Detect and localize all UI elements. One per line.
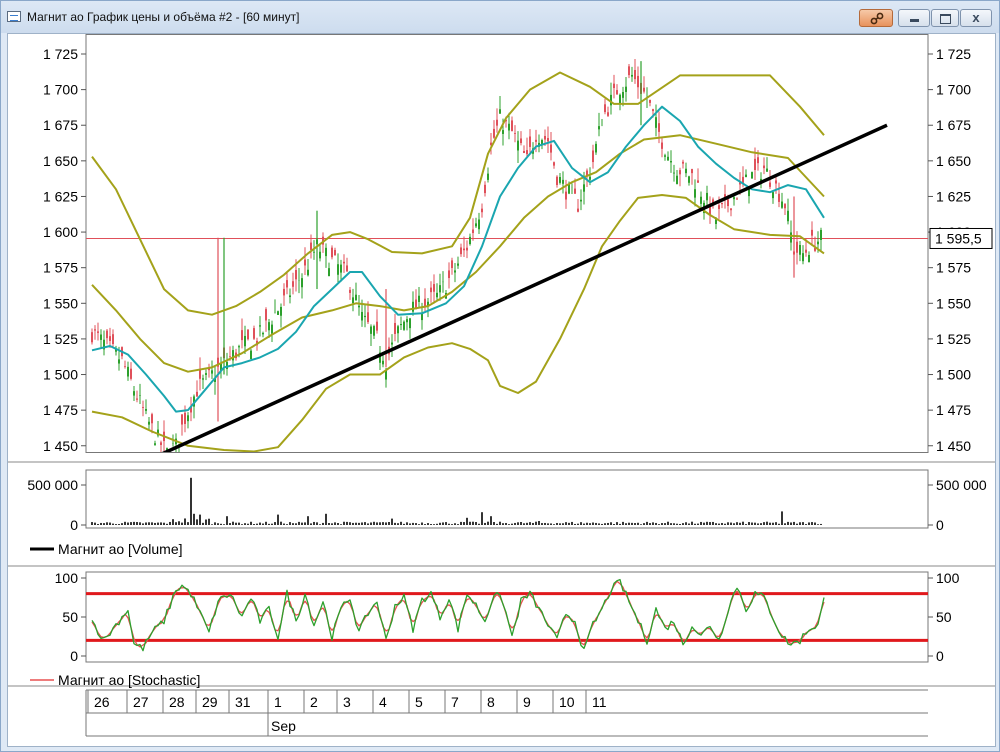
volume-tick-label-left: 0: [70, 517, 78, 533]
day-label: 10: [559, 694, 575, 710]
day-label: 11: [592, 694, 607, 710]
price-tick-label-right: 1 500: [936, 367, 971, 383]
close-button[interactable]: x: [960, 9, 992, 27]
day-label: 3: [343, 694, 351, 710]
day-label: 31: [235, 694, 251, 710]
price-tick-label-left: 1 550: [43, 295, 78, 311]
day-label: 5: [415, 694, 423, 710]
price-tick-label-left: 1 575: [43, 260, 78, 276]
price-tick-label-left: 1 650: [43, 153, 78, 169]
price-tick-label-left: 1 625: [43, 188, 78, 204]
price-tick-label-left: 1 700: [43, 82, 78, 98]
day-label: 2: [310, 694, 318, 710]
volume-tick-label-right: 0: [936, 517, 944, 533]
price-tick-label-right: 1 525: [936, 331, 971, 347]
bollinger-lower-line: [91, 194, 825, 452]
chart-window-icon: [7, 11, 21, 22]
close-icon: x: [972, 10, 980, 25]
maximize-button[interactable]: [931, 9, 959, 27]
price-tick-label-right: 1 550: [936, 295, 971, 311]
stochastic-tick-label-left: 0: [70, 648, 78, 664]
chart-client-area: 1 725 1 725 1 700 1 700 1 675 1 675 1 650 1 650…: [7, 33, 996, 747]
day-label: 7: [451, 694, 459, 710]
trendline: [161, 123, 888, 452]
price-tick-label-left: 1 600: [43, 224, 78, 240]
stochastic-tick-label-right: 100: [936, 570, 960, 586]
price-tick-label-left: 1 450: [43, 438, 78, 454]
day-label: 4: [379, 694, 387, 710]
day-label: 29: [202, 694, 218, 710]
current-price-label: 1 595,5: [935, 230, 982, 246]
price-tick-label-right: 1 475: [936, 402, 971, 418]
bollinger-upper-line: [91, 71, 825, 316]
link-button[interactable]: [859, 9, 893, 27]
price-tick-label-right: 1 700: [936, 82, 971, 98]
stochastic-tick-label-right: 50: [936, 609, 952, 625]
day-label: 9: [523, 694, 531, 710]
price-plot-area: [86, 59, 928, 452]
volume-panel-frame: [85, 469, 929, 529]
day-label: 1: [274, 694, 282, 710]
price-tick-label-left: 1 725: [43, 46, 78, 62]
month-label: Sep: [271, 718, 296, 734]
price-tick-label-right: 1 625: [936, 188, 971, 204]
stochastic-tick-label-right: 0: [936, 648, 944, 664]
stochastic-legend-label: Магнит ао [Stochastic]: [58, 672, 200, 688]
price-tick-label-left: 1 500: [43, 367, 78, 383]
window-title: Магнит ао График цены и объёма #2 - [60 …: [27, 10, 300, 24]
price-tick-label-right: 1 675: [936, 117, 971, 133]
day-label: 26: [94, 694, 110, 710]
day-label: 27: [133, 694, 149, 710]
title-bar[interactable]: Магнит ао График цены и объёма #2 - [60 …: [1, 1, 999, 33]
link-icon: [870, 12, 884, 25]
volume-legend-label: Магнит ао [Volume]: [58, 541, 183, 557]
day-label: 8: [487, 694, 495, 710]
volume-tick-label-right: 500 000: [936, 477, 987, 493]
price-tick-label-right: 1 650: [936, 153, 971, 169]
chart-window: Магнит ао График цены и объёма #2 - [60 …: [0, 0, 1000, 752]
day-label: 28: [169, 694, 185, 710]
price-tick-label-left: 1 525: [43, 331, 78, 347]
price-tick-label-left: 1 475: [43, 402, 78, 418]
minimize-button[interactable]: [898, 9, 930, 27]
price-tick-label-right: 1 575: [936, 260, 971, 276]
stochastic-tick-label-left: 50: [62, 609, 78, 625]
bollinger-middle-line: [91, 134, 825, 373]
volume-tick-label-left: 500 000: [27, 477, 78, 493]
stochastic-tick-label-left: 100: [55, 570, 79, 586]
price-tick-label-left: 1 675: [43, 117, 78, 133]
chart-canvas: 1 725 1 7251 700 1 7001 675 1 6751 650 1 650…: [8, 34, 995, 737]
price-tick-label-right: 1 725: [936, 46, 971, 62]
price-panel-frame: [85, 34, 929, 453]
price-tick-label-right: 1 450: [936, 438, 971, 454]
